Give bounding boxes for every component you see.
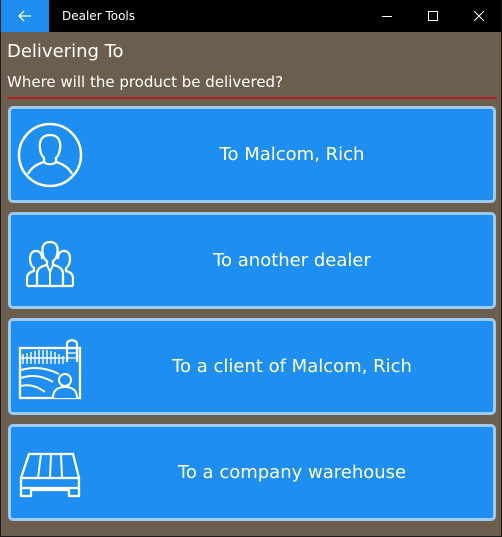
option-to-malcom-rich-button[interactable]: To Malcom, Rich bbox=[8, 106, 496, 203]
window-title: Dealer Tools bbox=[62, 9, 136, 23]
person-icon bbox=[17, 122, 83, 188]
maximize-icon bbox=[428, 11, 438, 21]
pallet-icon bbox=[19, 452, 81, 498]
option-company-warehouse-button[interactable]: To a company warehouse bbox=[8, 424, 496, 521]
maximize-button[interactable] bbox=[410, 0, 456, 32]
close-icon bbox=[474, 11, 484, 21]
arrow-left-icon bbox=[18, 10, 31, 22]
option-label: To Malcom, Rich bbox=[219, 144, 365, 165]
option-label: To another dealer bbox=[213, 250, 371, 271]
farm-client-icon bbox=[18, 339, 82, 400]
page-subtitle: Where will the product be delivered? bbox=[7, 73, 284, 91]
option-client-of-malcom-rich-button[interactable]: To a client of Malcom, Rich bbox=[8, 318, 496, 415]
group-icon bbox=[25, 240, 75, 288]
close-button[interactable] bbox=[456, 0, 502, 32]
option-another-dealer-button[interactable]: To another dealer bbox=[8, 212, 496, 309]
header-divider bbox=[7, 97, 497, 99]
option-label: To a client of Malcom, Rich bbox=[172, 356, 412, 377]
option-label: To a company warehouse bbox=[177, 462, 407, 483]
title-bar: Dealer Tools bbox=[1, 0, 501, 32]
minimize-icon bbox=[382, 16, 392, 17]
page-title: Delivering To bbox=[7, 41, 124, 62]
back-button[interactable] bbox=[1, 0, 49, 32]
app-window: Dealer Tools Delivering To Where will th… bbox=[0, 0, 502, 537]
minimize-button[interactable] bbox=[364, 0, 410, 32]
